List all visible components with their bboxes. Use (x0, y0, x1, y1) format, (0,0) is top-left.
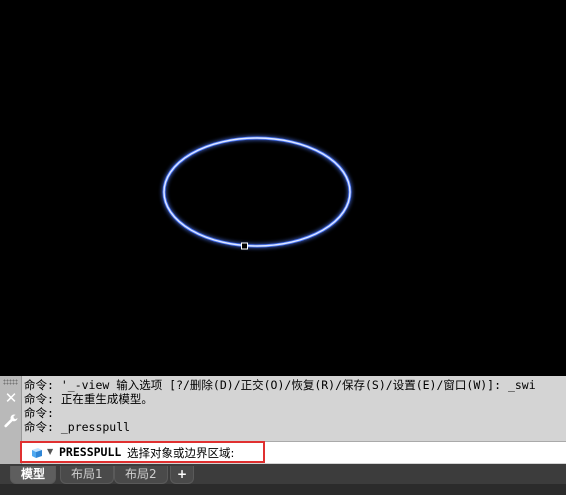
ellipse-outline (163, 137, 351, 247)
cube-icon[interactable] (30, 446, 44, 460)
drag-handle[interactable] (3, 379, 18, 385)
command-prompt: 选择对象或边界区域: (127, 446, 235, 460)
tab-model[interactable]: 模型 (10, 466, 57, 484)
layout-tab-bar: 模型 布局1 布局2 + (0, 464, 566, 495)
history-line: 命令: '_-view 输入选项 [?/删除(D)/正交(O)/恢复(R)/保存… (24, 378, 536, 392)
drawing-canvas[interactable] (0, 0, 566, 376)
command-input[interactable]: ▼ PRESSPULL 选择对象或边界区域: (20, 441, 265, 463)
active-command: PRESSPULL (59, 445, 122, 459)
add-tab-button[interactable]: + (170, 466, 195, 484)
command-window-grip[interactable]: ✕ (0, 376, 22, 464)
close-icon[interactable]: ✕ (4, 391, 18, 406)
history-line: 命令: 正在重生成模型。 (24, 392, 153, 406)
grip-handle[interactable] (241, 242, 248, 250)
command-history: 命令: '_-view 输入选项 [?/删除(D)/正交(O)/恢复(R)/保存… (24, 378, 566, 438)
chevron-down-icon[interactable]: ▼ (47, 447, 53, 456)
command-window: ✕ 命令: '_-view 输入选项 [?/删除(D)/正交(O)/恢复(R)/… (0, 376, 566, 464)
tab-layout2[interactable]: 布局2 (114, 466, 168, 484)
history-line: 命令: _presspull (24, 420, 131, 434)
tab-layout1[interactable]: 布局1 (60, 466, 114, 484)
history-line: 命令: (24, 406, 54, 420)
wrench-icon[interactable] (3, 413, 19, 429)
status-strip (0, 484, 566, 495)
drawing-viewport[interactable] (0, 0, 566, 376)
command-input-field[interactable] (265, 441, 566, 463)
